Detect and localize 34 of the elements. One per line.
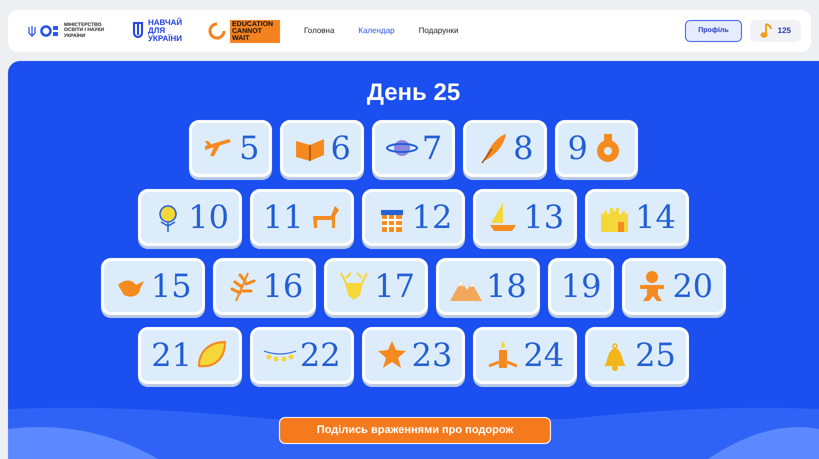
day-ticket[interactable]: 17 [324, 258, 428, 315]
ministry-logo-icon [40, 25, 60, 37]
day-title: День 25 [366, 78, 462, 108]
day-ticket[interactable]: 19 [548, 258, 614, 315]
share-impressions-button[interactable]: Поділись враженнями про подорож [279, 417, 551, 444]
day-ticket[interactable]: 16 [212, 258, 316, 315]
day-ticket[interactable]: 8 [463, 120, 547, 177]
partner-logo-text: НАВЧАЙ ДЛЯ УКРАЇНИ [148, 19, 184, 43]
day-ticket[interactable]: 24 [473, 326, 578, 384]
day-ticket[interactable]: 10 [138, 188, 242, 246]
day-ticket[interactable]: 13 [473, 188, 578, 246]
partner-logo-icon [132, 21, 144, 41]
day-ticket[interactable]: 5 [189, 120, 272, 177]
nav-link[interactable]: Календар [358, 25, 395, 37]
day-ticket[interactable]: 9 [554, 120, 638, 177]
day-ticket[interactable]: 12 [362, 188, 466, 246]
string-lights-icon [262, 348, 297, 362]
day-ticket[interactable]: 11 [250, 188, 354, 246]
day-ticket[interactable]: 23 [362, 326, 466, 384]
day-ticket[interactable]: 18 [436, 258, 540, 315]
day-ticket[interactable]: 14 [585, 188, 689, 246]
day-ticket[interactable]: 21 [138, 326, 242, 384]
day-ticket[interactable]: 22 [250, 326, 354, 384]
ring-logo-icon [208, 22, 226, 40]
day-ticket[interactable]: 20 [622, 258, 726, 315]
nav-link[interactable]: Подарунки [418, 25, 459, 37]
trident-icon [28, 26, 36, 36]
day-ticket[interactable]: 6 [280, 120, 364, 177]
music-note-icon [760, 23, 774, 39]
day-ticket[interactable]: 15 [100, 258, 205, 315]
score-value: 125 [778, 25, 791, 37]
day-ticket[interactable]: 25 [585, 326, 689, 384]
nav-link[interactable]: Головна [304, 25, 334, 37]
day-ticket[interactable]: 7 [372, 120, 456, 177]
